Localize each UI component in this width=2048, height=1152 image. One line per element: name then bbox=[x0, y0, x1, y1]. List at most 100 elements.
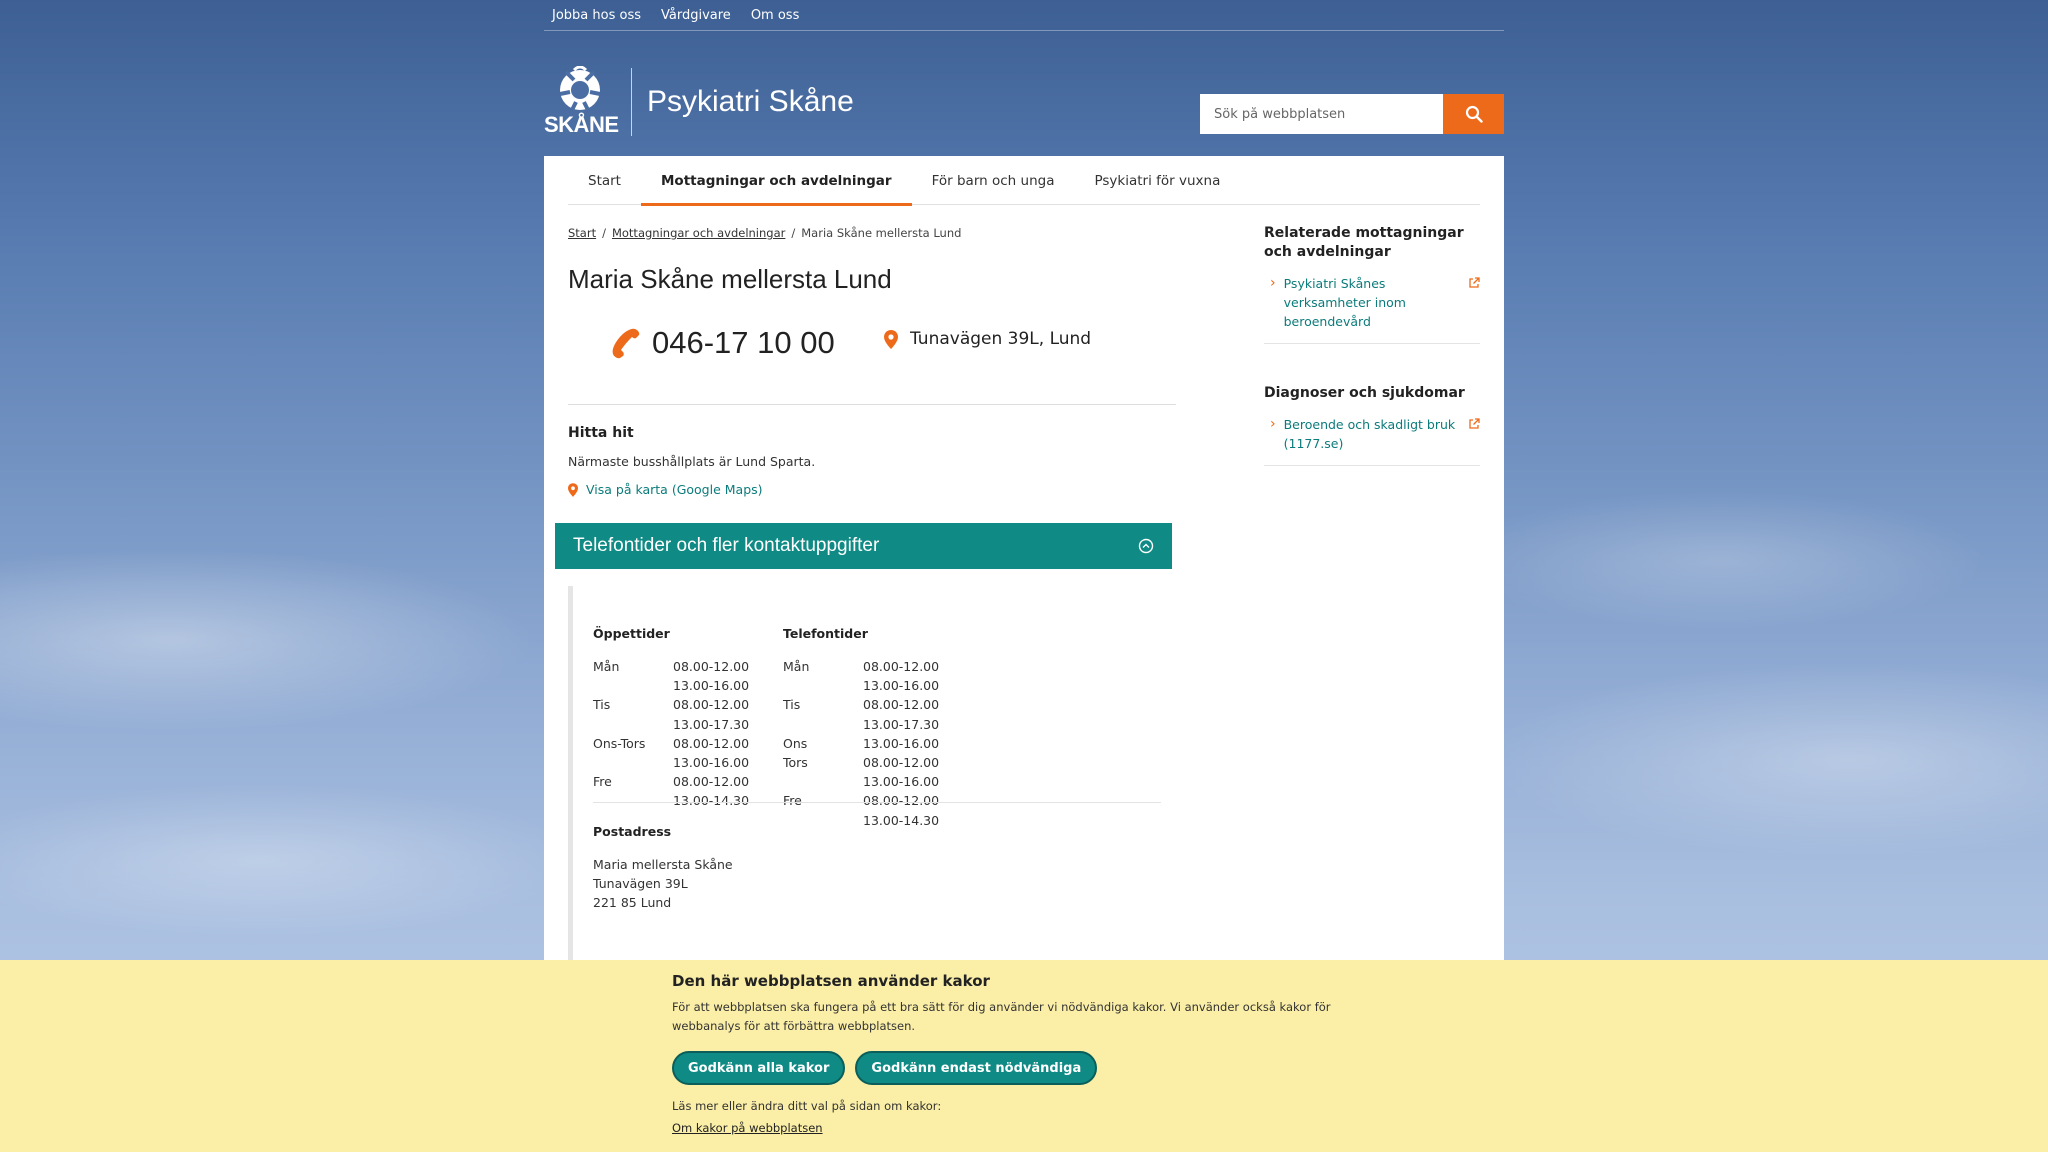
cookie-text: För att webbplatsen ska fungera på ett b… bbox=[672, 1000, 1331, 1033]
hours-time: 13.00-16.00 bbox=[863, 735, 940, 751]
directions-section: Hitta hit Närmaste busshållplats är Lund… bbox=[568, 425, 1176, 497]
breadcrumb-separator: / bbox=[602, 226, 606, 240]
hours-row: Fre 08.00-12.00 bbox=[783, 791, 973, 810]
phone-number[interactable]: 046-17 10 00 bbox=[652, 325, 835, 361]
cookie-banner-content: Den här webbplatsen använder kakor För a… bbox=[672, 972, 1372, 1136]
hours-row: 13.00-16.00 bbox=[783, 676, 973, 695]
phone-hours: Telefontider Mån 08.00-12.00 13.00-16.00 … bbox=[783, 626, 973, 830]
main-nav: Start Mottagningar och avdelningar För b… bbox=[568, 156, 1480, 206]
sidebar: Relaterade mottagningar och avdelningar … bbox=[1264, 224, 1480, 466]
hours-time: 08.00-12.00 bbox=[673, 697, 750, 713]
search-button[interactable] bbox=[1443, 94, 1504, 134]
address-block: Tunavägen 39L, Lund bbox=[884, 329, 1091, 349]
hours-day bbox=[783, 811, 863, 830]
map-pin-icon bbox=[568, 482, 578, 497]
hours-day: Tors bbox=[783, 754, 808, 770]
utility-link-providers[interactable]: Vårdgivare bbox=[661, 8, 731, 23]
cookie-banner: Den här webbplatsen använder kakor För a… bbox=[0, 960, 2048, 1152]
hours-day: Ons-Tors bbox=[593, 735, 646, 751]
accept-all-cookies-button[interactable]: Godkänn alla kakor bbox=[672, 1051, 846, 1085]
cookie-heading: Den här webbplatsen använder kakor bbox=[672, 972, 990, 990]
main-content: Start / Mottagningar och avdelningar / M… bbox=[568, 226, 1176, 497]
hours-time: 08.00-12.00 bbox=[863, 793, 940, 809]
postal-heading: Postadress bbox=[593, 824, 672, 839]
hours-time: 08.00-12.00 bbox=[673, 659, 750, 674]
diagnoses-heading: Diagnoser och sjukdomar bbox=[1264, 385, 1465, 401]
hours-day bbox=[593, 791, 673, 810]
utility-link-jobs[interactable]: Jobba hos oss bbox=[552, 8, 641, 23]
breadcrumb-start[interactable]: Start bbox=[568, 226, 596, 240]
postal-line: Tunavägen 39L bbox=[593, 876, 688, 892]
hours-row: Tis 08.00-12.00 bbox=[783, 695, 973, 714]
utility-link-about[interactable]: Om oss bbox=[751, 8, 800, 23]
search-input[interactable] bbox=[1200, 94, 1443, 134]
breadcrumb-clinics[interactable]: Mottagningar och avdelningar bbox=[612, 226, 785, 240]
hours-row: Tis 08.00-12.00 bbox=[593, 695, 783, 714]
contact-details-panel: Öppettider Mån 08.00-12.00 13.00-16.00 Ti… bbox=[568, 586, 1161, 960]
directions-heading: Hitta hit bbox=[568, 425, 634, 441]
page-title: Maria Skåne mellersta Lund bbox=[568, 264, 892, 294]
postal-line: 221 85 Lund bbox=[593, 895, 672, 911]
hours-day: Tis bbox=[593, 697, 611, 713]
breadcrumb-current: Maria Skåne mellersta Lund bbox=[801, 226, 962, 240]
hours-day bbox=[783, 772, 863, 791]
related-link[interactable]: › Psykiatri Skånes verksamheter inom ber… bbox=[1264, 274, 1480, 331]
hours-row: 13.00-14.30 bbox=[783, 811, 973, 830]
hours-row: Ons-Tors 08.00-12.00 bbox=[593, 734, 783, 753]
cookie-more-text: Läs mer eller ändra ditt val på sidan om… bbox=[672, 1099, 942, 1113]
map-link-label[interactable]: Visa på karta (Google Maps) bbox=[586, 482, 763, 497]
opening-hours-heading: Öppettider bbox=[593, 626, 670, 641]
address-text: Tunavägen 39L, Lund bbox=[910, 329, 1092, 349]
collapse-circle-icon[interactable] bbox=[1138, 538, 1154, 554]
hours-day bbox=[593, 715, 673, 734]
hours-day bbox=[783, 715, 863, 734]
chevron-right-icon: › bbox=[1270, 275, 1276, 291]
hours-day: Fre bbox=[783, 793, 802, 809]
griffin-logo-icon bbox=[559, 66, 601, 111]
hours-time: 08.00-12.00 bbox=[863, 754, 940, 770]
accept-necessary-cookies-button[interactable]: Godkänn endast nödvändiga bbox=[855, 1051, 1098, 1085]
diagnosis-link[interactable]: › Beroende och skadligt bruk (1177.se) bbox=[1264, 415, 1480, 453]
diagnoses-section: Diagnoser och sjukdomar › Beroende och s… bbox=[1264, 384, 1480, 466]
hours-row: Fre 08.00-12.00 bbox=[593, 772, 783, 791]
nav-tab-adults[interactable]: Psykiatri för vuxna bbox=[1074, 156, 1240, 205]
hours-day bbox=[593, 676, 673, 695]
chevron-right-icon: › bbox=[1270, 416, 1276, 432]
brand-divider bbox=[631, 68, 632, 136]
cookie-info-link[interactable]: Om kakor på webbplatsen bbox=[672, 1121, 823, 1135]
diagnoses-links: › Beroende och skadligt bruk (1177.se) bbox=[1264, 415, 1480, 466]
site-title[interactable]: Psykiatri Skåne bbox=[647, 85, 854, 119]
hours-row: Ons 13.00-16.00 bbox=[783, 734, 973, 753]
region-skane-logo[interactable]: SKÅNE bbox=[544, 66, 619, 138]
hours-day bbox=[783, 676, 863, 695]
related-heading: Relaterade mottagningar och avdelningar bbox=[1264, 225, 1464, 260]
nav-tab-children[interactable]: För barn och unga bbox=[912, 156, 1075, 205]
map-link[interactable]: Visa på karta (Google Maps) bbox=[568, 482, 1176, 497]
hours-time: 13.00-16.00 bbox=[863, 774, 940, 790]
hours-day bbox=[593, 753, 673, 772]
hours-time: 13.00-17.30 bbox=[863, 716, 940, 732]
section-divider bbox=[593, 802, 1161, 803]
hours-time: 13.00-14.30 bbox=[673, 793, 750, 809]
hours-row: Mån 08.00-12.00 bbox=[593, 657, 783, 676]
phone-block[interactable]: 046-17 10 00 bbox=[608, 325, 835, 361]
postal-address: Postadress Maria mellersta Skåne Tunaväg… bbox=[593, 824, 733, 913]
hours-row: Mån 08.00-12.00 bbox=[783, 657, 973, 676]
contact-accordion-header[interactable]: Telefontider och fler kontaktuppgifter bbox=[555, 523, 1172, 569]
diagnosis-link-label[interactable]: Beroende och skadligt bruk (1177.se) bbox=[1284, 415, 1460, 453]
hours-day: Ons bbox=[783, 735, 808, 751]
opening-hours: Öppettider Mån 08.00-12.00 13.00-16.00 Ti… bbox=[593, 626, 783, 811]
nav-tab-clinics[interactable]: Mottagningar och avdelningar bbox=[640, 156, 912, 206]
postal-line: Maria mellersta Skåne bbox=[593, 857, 733, 872]
site-header: SKÅNE Psykiatri Skåne bbox=[544, 66, 854, 138]
related-link-label[interactable]: Psykiatri Skånes verksamheter inom beroe… bbox=[1284, 274, 1460, 331]
logo-wordmark: SKÅNE bbox=[544, 112, 619, 137]
hours-time: 13.00-16.00 bbox=[863, 678, 940, 694]
hours-row: 13.00-16.00 bbox=[593, 676, 783, 695]
hours-row: 13.00-14.30 bbox=[593, 791, 783, 810]
hours-time: 13.00-14.30 bbox=[863, 812, 940, 828]
breadcrumb: Start / Mottagningar och avdelningar / M… bbox=[568, 226, 1176, 240]
hours-row: Tors 08.00-12.00 bbox=[783, 753, 973, 772]
breadcrumb-separator: / bbox=[791, 226, 796, 240]
nav-tab-start[interactable]: Start bbox=[568, 156, 641, 205]
